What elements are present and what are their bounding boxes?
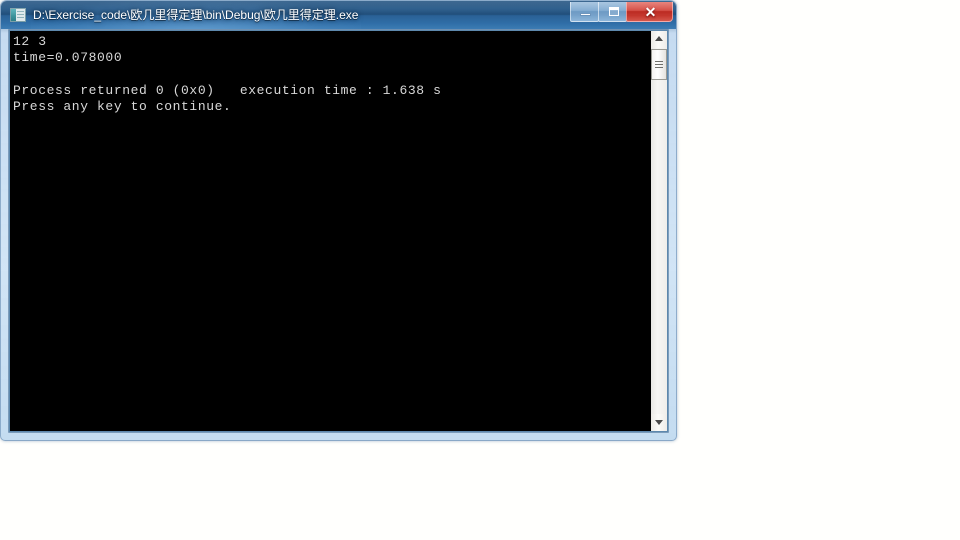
maximize-icon (609, 7, 619, 16)
minimize-icon (580, 13, 591, 16)
console-client-area[interactable]: 12 3 time=0.078000 Process returned 0 (0… (9, 30, 668, 432)
console-vertical-scrollbar[interactable] (650, 31, 667, 431)
minimize-button[interactable] (570, 2, 599, 22)
scrollbar-up-button[interactable] (651, 31, 667, 48)
scrollbar-grip-line (655, 61, 663, 62)
scrollbar-track[interactable] (651, 48, 667, 414)
close-button[interactable]: ✕ (626, 2, 673, 22)
scrollbar-down-button[interactable] (651, 414, 667, 431)
scrollbar-thumb[interactable] (651, 49, 667, 80)
console-window[interactable]: D:\Exercise_code\欧几里得定理\bin\Debug\欧几里得定理… (0, 0, 677, 441)
console-app-icon (10, 8, 26, 22)
scrollbar-grip-line (655, 67, 663, 68)
close-icon: ✕ (644, 4, 657, 20)
desktop-background: D:\Exercise_code\欧几里得定理\bin\Debug\欧几里得定理… (0, 0, 960, 540)
scrollbar-grip-line (655, 64, 663, 65)
chevron-down-icon (655, 420, 663, 425)
window-controls: ✕ (570, 2, 673, 23)
window-title: D:\Exercise_code\欧几里得定理\bin\Debug\欧几里得定理… (33, 8, 359, 22)
window-titlebar[interactable]: D:\Exercise_code\欧几里得定理\bin\Debug\欧几里得定理… (1, 1, 676, 29)
console-output-text: 12 3 time=0.078000 Process returned 0 (0… (10, 31, 650, 431)
maximize-button[interactable] (598, 2, 627, 22)
chevron-up-icon (655, 36, 663, 41)
